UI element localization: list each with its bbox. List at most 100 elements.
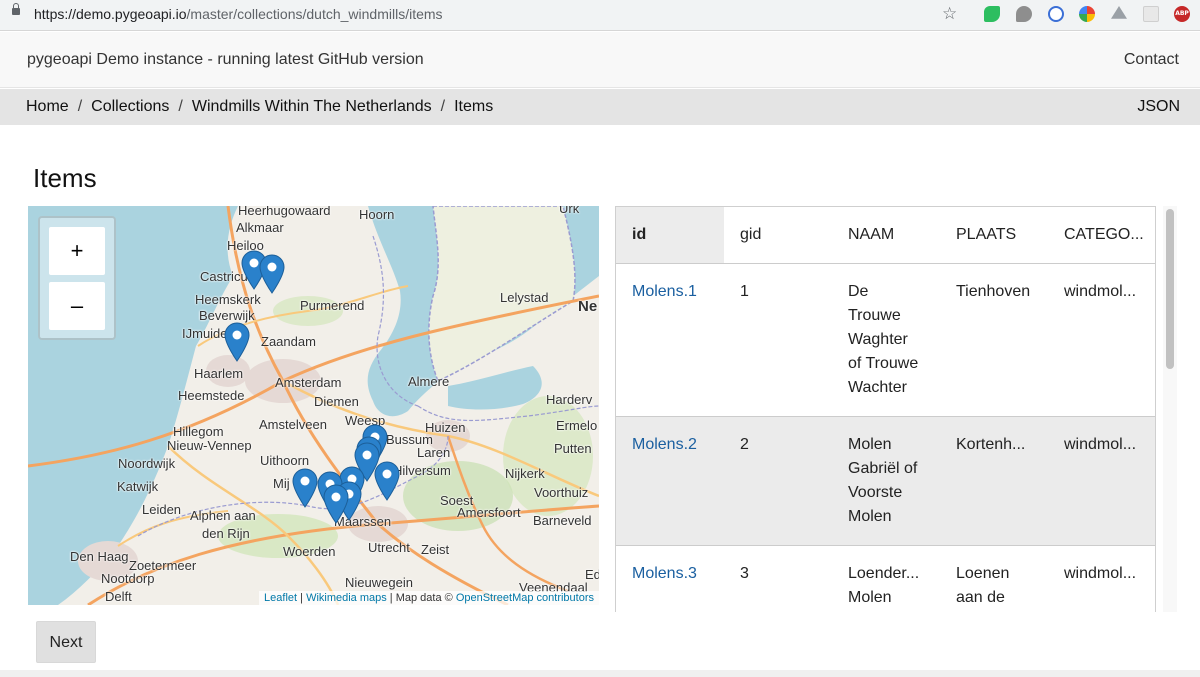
map-label: den Rijn [202,526,250,541]
speech-bubble-icon[interactable] [1016,6,1032,22]
map-label: Noordwijk [118,456,176,471]
attribution-separator: | [297,592,307,604]
adblock-plus-icon[interactable]: ABP [1174,6,1190,22]
table-scrollbar[interactable] [1163,206,1177,612]
item-link[interactable]: Molens.2 [632,436,697,453]
map-label: Hoorn [359,207,395,222]
map-label: Haarlem [194,366,244,381]
map-label: Nootdorp [101,571,155,586]
map-label: Barneveld [533,513,592,528]
column-header-categorie[interactable]: CATEGO... [1048,207,1155,264]
cell-naam: Loender... Molen [832,545,940,612]
map-label: Heerhugowaard [238,206,331,218]
evernote-icon[interactable] [984,6,1000,22]
cell-id: Molens.1 [616,263,724,417]
map-label: Zaandam [261,334,316,349]
map-attribution: Leaflet | Wikimedia maps | Map data © Op… [259,591,599,605]
cell-gid: 2 [724,416,832,546]
lock-icon [12,3,20,15]
breadcrumb-separator: / [440,98,446,115]
column-header-naam[interactable]: NAAM [832,207,940,264]
map-label: Katwijk [117,479,159,494]
map-label: Lelystad [500,290,549,305]
cell-categorie: windmol... [1048,416,1155,546]
address-field[interactable]: https://demo.pygeoapi.io/master/collecti… [34,6,443,22]
map-marker-icon[interactable] [374,461,400,501]
map-label: Putten [554,441,592,456]
map-label: Ne [578,298,598,315]
drive-icon[interactable] [1111,6,1127,19]
json-link[interactable]: JSON [1137,98,1180,116]
map-label: Almere [408,374,450,389]
breadcrumb-collections[interactable]: Collections [91,98,169,115]
item-link[interactable]: Molens.3 [632,565,697,582]
map-label: Amstelveen [259,417,327,432]
map-label: Den Haag [70,549,129,564]
map-label: Delft [105,589,132,604]
map-label: Nijkerk [505,466,545,481]
map-label: Hilversum [393,463,451,478]
breadcrumb-separator: / [77,98,83,115]
map-marker-icon[interactable] [259,254,285,294]
table-row: Molens.3 3 Loender... Molen Loenen aan d… [616,545,1155,612]
map-label: Nieuwegein [345,575,413,590]
column-header-plaats[interactable]: PLAATS [940,207,1048,264]
cell-categorie: windmol... [1048,263,1155,417]
breadcrumb-items[interactable]: Items [454,98,493,115]
map-label: Ermelo [556,418,598,433]
url-path: /master/collections/dutch_windmills/item… [186,6,443,22]
map-label: Amsterdam [275,375,342,390]
osm-link[interactable]: OpenStreetMap contributors [456,592,594,604]
map-label: Heemstede [178,388,245,403]
map-label: Beverwijk [199,308,255,323]
map-marker-icon[interactable] [292,468,318,508]
leaflet-link[interactable]: Leaflet [264,592,297,604]
item-link[interactable]: Molens.1 [632,283,697,300]
attribution-mapdata: | Map data © [386,592,456,604]
map-label: Uithoorn [260,453,310,468]
page-footer [0,670,1200,677]
top-navbar: pygeoapi Demo instance - running latest … [0,32,1200,88]
map-label: Woerden [283,544,336,559]
map-label: Zeist [421,542,450,557]
scrollbar-thumb[interactable] [1166,209,1174,369]
map-view[interactable]: Heerhugowaard Hoorn Urk Alkmaar Heiloo C… [28,206,599,605]
map-label: Utrecht [368,540,410,555]
map-label: Diemen [314,394,359,409]
map-label: Purmerend [300,298,365,313]
cell-plaats: Loenen aan de [940,545,1048,612]
table-row: Molens.2 2 Molen Gabriël of Voorste Mole… [616,416,1155,546]
map-label: Nieuw-Vennep [167,438,252,453]
map-label: Mij [273,476,290,491]
cell-id: Molens.3 [616,545,724,612]
circle-extension-icon[interactable] [1048,6,1064,22]
bookmark-star-icon[interactable]: ☆ [942,4,957,24]
breadcrumb-separator: / [178,98,183,115]
map-label: Heemskerk [195,292,261,307]
grid-extension-icon[interactable] [1143,6,1159,22]
wikimedia-link[interactable]: Wikimedia maps [306,592,387,604]
map-label: Hillegom [173,424,224,439]
contact-link[interactable]: Contact [1124,51,1179,69]
site-brand[interactable]: pygeoapi Demo instance - running latest … [27,51,424,69]
browser-url-bar[interactable]: https://demo.pygeoapi.io/master/collecti… [0,0,1200,31]
map-label: Voorthuiz [534,485,589,500]
zoom-out-button[interactable]: – [49,282,105,330]
map-marker-icon[interactable] [323,484,349,524]
column-header-gid[interactable]: gid [724,207,832,264]
zoom-in-button[interactable]: + [49,227,105,275]
cell-categorie: windmol... [1048,545,1155,612]
cell-plaats: Tienhoven [940,263,1048,417]
map-label: Alkmaar [236,220,284,235]
cell-naam: De Trouwe Waghter of Trouwe Wachter [832,263,940,417]
breadcrumb-home[interactable]: Home [26,98,69,115]
chrome-color-icon[interactable] [1079,6,1095,22]
map-label: Laren [417,445,451,460]
map-label: Urk [559,206,580,216]
map-marker-icon[interactable] [224,322,250,362]
breadcrumb-collection[interactable]: Windmills Within The Netherlands [192,98,432,115]
url-host: https://demo.pygeoapi.io [34,6,187,22]
next-page-button[interactable]: Next [36,621,96,663]
column-header-id[interactable]: id [616,207,724,264]
items-table-container[interactable]: id gid NAAM PLAATS CATEGO... Molens.1 1 … [615,206,1156,612]
